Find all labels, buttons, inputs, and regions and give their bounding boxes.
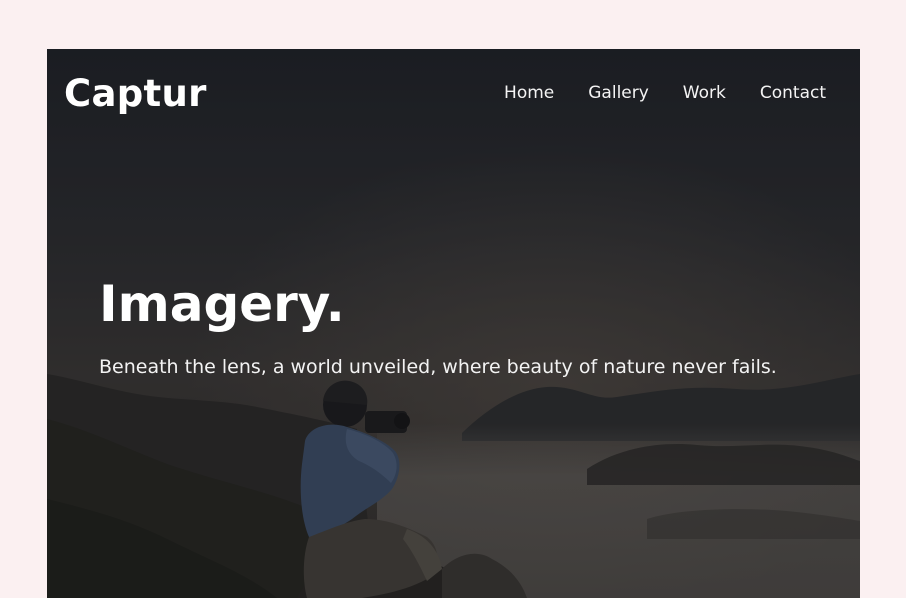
hero-tagline: Beneath the lens, a world unveiled, wher… <box>99 356 777 378</box>
main-nav: Home Gallery Work Contact <box>504 82 826 104</box>
hero-section: Captur Home Gallery Work Contact Imagery… <box>47 49 860 598</box>
brand-logo[interactable]: Captur <box>64 70 207 118</box>
nav-link-work[interactable]: Work <box>683 82 726 104</box>
nav-link-contact[interactable]: Contact <box>760 82 826 104</box>
nav-link-gallery[interactable]: Gallery <box>588 82 649 104</box>
nav-link-home[interactable]: Home <box>504 82 554 104</box>
hero-headline: Imagery. <box>99 275 345 333</box>
